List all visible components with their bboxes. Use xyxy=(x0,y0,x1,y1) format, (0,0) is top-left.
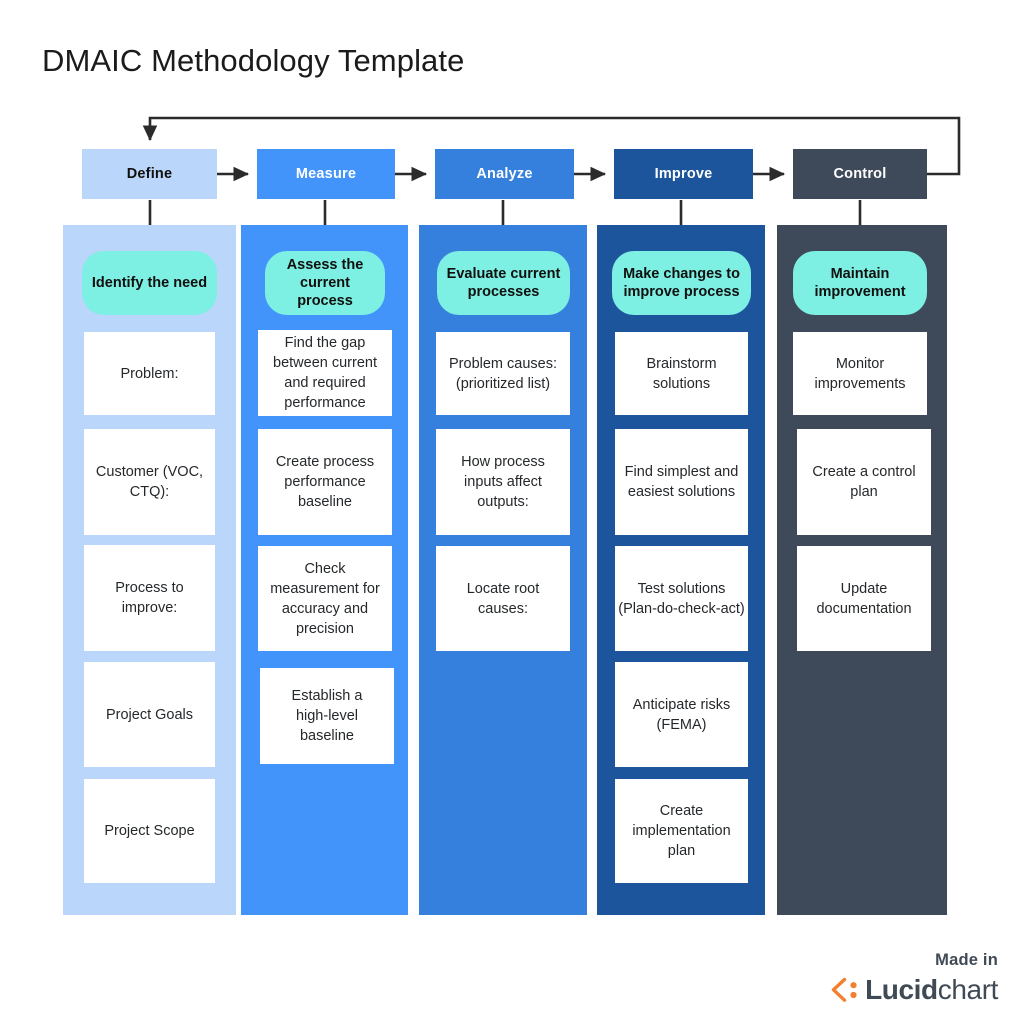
task-card[interactable]: Process to improve: xyxy=(84,545,215,651)
phase-header-measure[interactable]: Measure xyxy=(257,149,395,199)
task-card[interactable]: Create a control plan xyxy=(797,429,931,535)
task-card[interactable]: Find the gap between current and require… xyxy=(258,330,392,416)
task-card[interactable]: How process inputs affect outputs: xyxy=(436,429,570,535)
phase-pill-analyze[interactable]: Evaluate current processes xyxy=(437,251,570,315)
task-card[interactable]: Establish a high-level baseline xyxy=(260,668,394,764)
task-card[interactable]: Create implementation plan xyxy=(615,779,748,883)
made-in-label: Made in xyxy=(935,951,998,969)
phase-header-improve[interactable]: Improve xyxy=(614,149,753,199)
lucidchart-attribution: Made in Lucidchart xyxy=(828,950,998,1006)
phase-header-control[interactable]: Control xyxy=(793,149,927,199)
task-card[interactable]: Problem: xyxy=(84,332,215,415)
task-card[interactable]: Anticipate risks (FEMA) xyxy=(615,662,748,767)
task-card[interactable]: Update documentation xyxy=(797,546,931,651)
lucid-wordmark-bold: Lucid xyxy=(865,974,938,1005)
phase-header-analyze[interactable]: Analyze xyxy=(435,149,574,199)
phase-pill-define[interactable]: Identify the need xyxy=(82,251,217,315)
task-card[interactable]: Create process performance baseline xyxy=(258,429,392,535)
task-card[interactable]: Locate root causes: xyxy=(436,546,570,651)
lucidchart-wordmark: Lucidchart xyxy=(865,974,998,1006)
task-card[interactable]: Project Goals xyxy=(84,662,215,767)
task-card[interactable]: Problem causes: (prioritized list) xyxy=(436,332,570,415)
phase-header-define[interactable]: Define xyxy=(82,149,217,199)
phase-pill-measure[interactable]: Assess the current process xyxy=(265,251,385,315)
phase-pill-improve[interactable]: Make changes to improve process xyxy=(612,251,751,315)
task-card[interactable]: Check measurement for accuracy and preci… xyxy=(258,546,392,651)
task-card[interactable]: Project Scope xyxy=(84,779,215,883)
task-card[interactable]: Test solutions (Plan-do-check-act) xyxy=(615,546,748,651)
diagram-canvas: DMAIC Methodology Template Define Measur… xyxy=(0,0,1024,1024)
page-title: DMAIC Methodology Template xyxy=(42,43,465,78)
task-card[interactable]: Monitor improvements xyxy=(793,332,927,415)
phase-pill-control[interactable]: Maintain improvement xyxy=(793,251,927,315)
lucid-wordmark-light: chart xyxy=(937,974,999,1005)
task-card[interactable]: Customer (VOC, CTQ): xyxy=(84,429,215,535)
task-card[interactable]: Brainstorm solutions xyxy=(615,332,748,415)
lucidchart-logo-icon xyxy=(831,977,857,1002)
task-card[interactable]: Find simplest and easiest solutions xyxy=(615,429,748,535)
